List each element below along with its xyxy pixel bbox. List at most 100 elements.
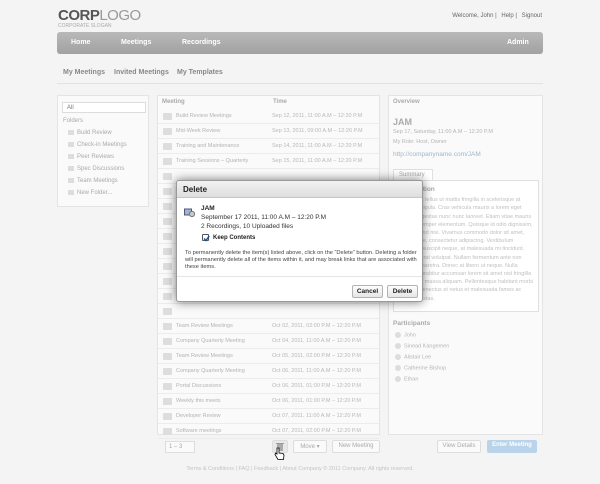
row-title: Team Review Meetings bbox=[176, 323, 233, 329]
table-row[interactable]: Software meetings Oct 07, 2011, 02:00 P.M… bbox=[158, 424, 379, 439]
meeting-icon bbox=[163, 173, 172, 180]
row-time: Sep 15, 2011, 11:00 A.M – 12:20 P.M bbox=[272, 158, 363, 164]
folder-label: Spec Discussions bbox=[77, 166, 125, 173]
dialog-item-files: 2 Recordings, 10 Uploaded files bbox=[201, 223, 294, 230]
new-meeting-button[interactable]: New Meeting bbox=[332, 440, 380, 453]
table-row[interactable]: Team Review Meetings Oct 05, 2011, 02:00 … bbox=[158, 349, 379, 364]
cancel-button[interactable]: Cancel bbox=[352, 285, 383, 298]
folder-icon bbox=[68, 166, 74, 171]
participants-title: Participants bbox=[393, 320, 431, 327]
row-time: Oct 05, 2011, 02:00 P.M – 12:20 P.M bbox=[272, 353, 361, 359]
participant-item[interactable]: Ethan bbox=[395, 376, 418, 382]
table-row[interactable]: Company Quarterly Meeting Oct 06, 2011, 1… bbox=[158, 364, 379, 379]
table-row[interactable]: Portal Discussions Oct 06, 2011, 01:00 P.… bbox=[158, 379, 379, 394]
meeting-icon bbox=[163, 143, 172, 150]
folder-item[interactable]: Peer Reviews bbox=[68, 154, 114, 160]
participant-item[interactable]: Alistair Lee bbox=[395, 354, 431, 360]
row-time: Oct 06, 2011, 01:00 P.M – 12:20 P.M bbox=[272, 398, 361, 404]
row-title: Team Review Meetings bbox=[176, 353, 233, 359]
pager[interactable]: 1 – 3 bbox=[165, 441, 195, 453]
row-title: Weekly this meets bbox=[176, 398, 221, 404]
table-row[interactable]: Training Sessions – Quarterly Sep 15, 201… bbox=[158, 154, 379, 169]
row-time: Oct 02, 2011, 02:00 P.M – 12:20 P.M bbox=[272, 323, 361, 329]
table-row[interactable]: Training and Maintenance Sep 14, 2011, 11… bbox=[158, 139, 379, 154]
folder-item[interactable]: New Folder... bbox=[68, 190, 112, 196]
row-title: Training and Maintenance bbox=[176, 143, 240, 149]
app-window: CORPLOGO CORPORATE SLOGAN Welcome, John … bbox=[0, 0, 600, 484]
nav-home[interactable]: Home bbox=[71, 39, 90, 46]
nav-recordings[interactable]: Recordings bbox=[182, 39, 221, 46]
sub-nav: My Meetings Invited Meetings My Template… bbox=[57, 62, 543, 84]
participant-item[interactable]: John bbox=[395, 332, 416, 338]
nav-admin[interactable]: Admin bbox=[507, 39, 529, 46]
hand-cursor-icon bbox=[274, 447, 285, 460]
meeting-icon bbox=[163, 203, 172, 210]
user-icon bbox=[395, 376, 401, 382]
role-label: My Role: bbox=[393, 139, 415, 145]
participant-item[interactable]: Sinead Kangemen bbox=[395, 343, 449, 349]
meeting-icon bbox=[163, 113, 172, 120]
overview-datetime: Sep 17, Saturday, 11:00 A.M – 12:20 P.M bbox=[393, 129, 493, 135]
meeting-icon bbox=[163, 413, 172, 420]
enter-meeting-button[interactable]: Enter Meeting bbox=[487, 440, 537, 453]
row-time: Sep 13, 2011, 09:00 A.M – 12:20 P.M bbox=[272, 128, 363, 134]
overview-role: My Role: Host, Owner bbox=[393, 139, 447, 145]
table-row[interactable]: Company Quarterly Meeting Oct 04, 2011, 1… bbox=[158, 334, 379, 349]
folder-item[interactable]: Check-in Meetings bbox=[68, 142, 127, 148]
tagline: CORPORATE SLOGAN bbox=[58, 23, 112, 29]
column-time[interactable]: Time bbox=[273, 99, 287, 105]
nav-meetings[interactable]: Meetings bbox=[121, 39, 151, 46]
participant-name: John bbox=[404, 332, 416, 339]
table-row[interactable]: Build Review Meetings Sep 12, 2011, 11:00… bbox=[158, 109, 379, 124]
logo-part2: LOGO bbox=[99, 7, 141, 24]
user-icon bbox=[395, 354, 401, 360]
all-filter[interactable]: All bbox=[62, 102, 146, 113]
tab-my-meetings[interactable]: My Meetings bbox=[63, 69, 105, 76]
meeting-icon bbox=[163, 233, 172, 240]
help-link[interactable]: Help bbox=[501, 13, 513, 19]
tab-my-templates[interactable]: My Templates bbox=[177, 69, 223, 76]
table-row[interactable]: Weekly this meets Oct 06, 2011, 01:00 P.M… bbox=[158, 394, 379, 409]
participant-name: Alistair Lee bbox=[404, 354, 432, 361]
folder-item[interactable]: Team Meetings bbox=[68, 178, 118, 184]
folder-icon bbox=[68, 154, 74, 159]
folder-item[interactable]: Spec Discussions bbox=[68, 166, 124, 172]
keep-contents-label[interactable]: Keep Contents bbox=[213, 235, 255, 241]
check-icon bbox=[203, 235, 210, 242]
meeting-url-link[interactable]: http://companyname.com/JAM bbox=[393, 151, 481, 158]
participant-name: Sinead Kangemen bbox=[404, 343, 450, 350]
folder-label: New Folder... bbox=[77, 190, 113, 197]
meeting-icon bbox=[163, 293, 172, 300]
folder-icon bbox=[68, 142, 74, 147]
participant-item[interactable]: Catherine Bishop bbox=[395, 365, 446, 371]
table-row[interactable]: Developer Review Oct 07, 2011, 11:00 A.M … bbox=[158, 409, 379, 424]
participant-name: Ethan bbox=[404, 376, 419, 383]
row-title: Portal Discussions bbox=[176, 383, 222, 389]
meeting-icon bbox=[163, 428, 172, 435]
confirm-delete-button[interactable]: Delete bbox=[387, 285, 418, 298]
company-logo[interactable]: CORPLOGO bbox=[58, 7, 141, 24]
table-row[interactable]: Mid-Week Review Sep 13, 2011, 09:00 A.M –… bbox=[158, 124, 379, 139]
folder-item[interactable]: Build Review bbox=[68, 130, 112, 136]
row-time: Sep 14, 2011, 11:00 A.M – 12:20 P.M bbox=[272, 143, 363, 149]
participant-name: Catherine Bishop bbox=[404, 365, 447, 372]
meeting-icon bbox=[163, 158, 172, 165]
welcome-link[interactable]: Welcome, John bbox=[452, 13, 493, 19]
dialog-warning: To permanently delete the item(s) listed… bbox=[185, 250, 417, 271]
view-details-button[interactable]: View Details bbox=[437, 440, 481, 453]
row-time: Oct 07, 2011, 02:00 P.M – 12:20 P.M bbox=[272, 428, 361, 434]
meeting-icon bbox=[163, 353, 172, 360]
meeting-icon bbox=[163, 383, 172, 390]
tab-invited-meetings[interactable]: Invited Meetings bbox=[114, 69, 169, 76]
dialog-item-date: September 17 2011, 11:00 A.M – 12:20 P.M bbox=[201, 214, 327, 221]
table-row[interactable]: Team Review Meetings Oct 02, 2011, 02:00 … bbox=[158, 319, 379, 334]
column-meeting[interactable]: Meeting bbox=[162, 99, 185, 105]
signout-link[interactable]: Signout bbox=[522, 13, 542, 19]
keep-contents-checkbox[interactable] bbox=[202, 234, 210, 242]
logo-part1: CORP bbox=[58, 7, 100, 24]
move-button[interactable]: Move ▾ bbox=[293, 440, 327, 453]
meeting-icon bbox=[163, 308, 172, 315]
dialog-title: Delete bbox=[177, 181, 422, 198]
table-row[interactable] bbox=[158, 304, 379, 319]
row-title: Mid-Week Review bbox=[176, 128, 221, 134]
